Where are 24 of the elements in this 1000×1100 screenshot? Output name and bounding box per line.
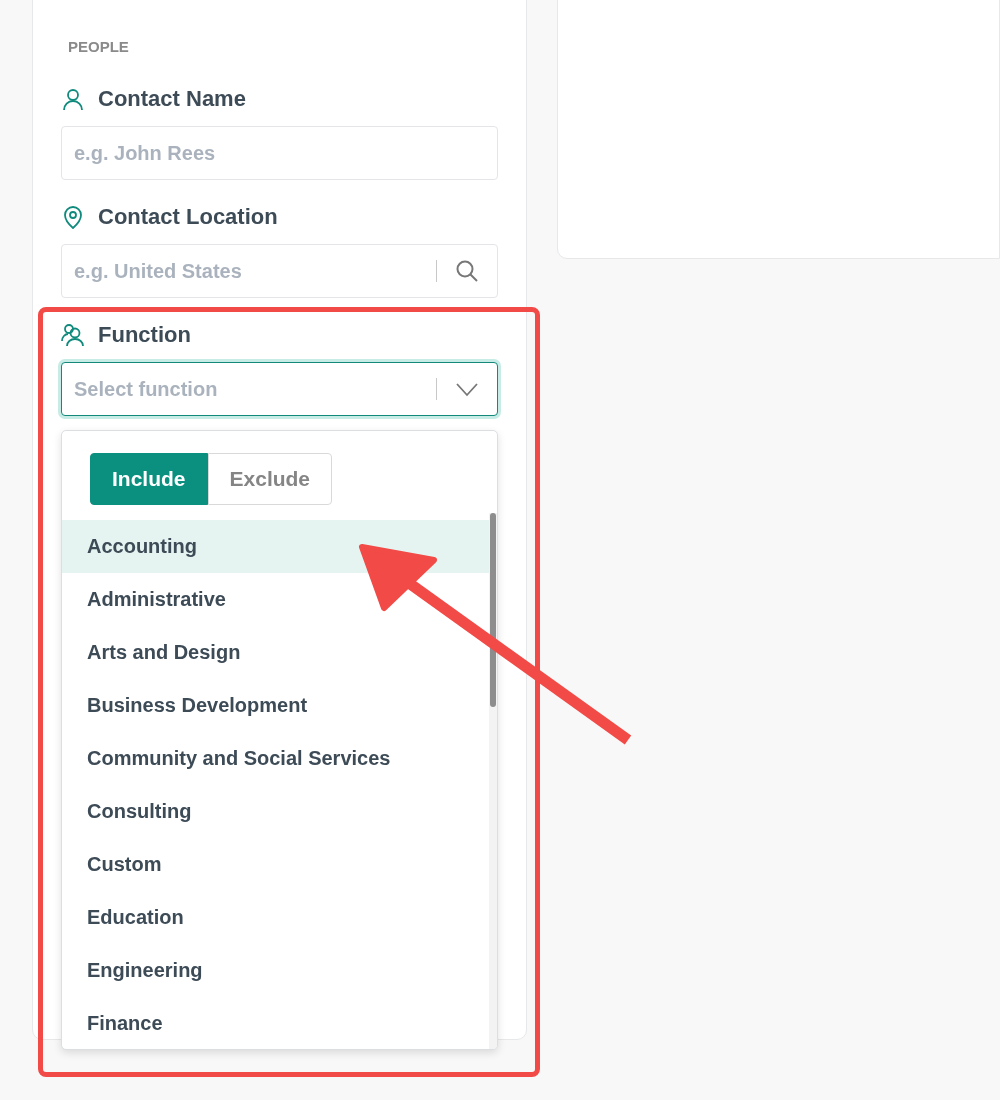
toggle-button[interactable]: Include	[90, 453, 208, 505]
people-icon	[61, 323, 85, 347]
person-icon	[61, 87, 85, 111]
dropdown-option[interactable]: Community and Social Services	[62, 732, 491, 785]
dropdown-option[interactable]: Business Development	[62, 679, 491, 732]
dropdown-option[interactable]: Administrative	[62, 573, 491, 626]
search-icon[interactable]	[455, 259, 479, 283]
location-pin-icon	[61, 205, 85, 229]
scrollbar-thumb[interactable]	[490, 513, 496, 707]
input-field[interactable]: e.g. John Rees	[61, 126, 498, 180]
search-field[interactable]: e.g. United States	[61, 244, 498, 298]
dropdown-option[interactable]: Custom	[62, 838, 491, 891]
field-label: Contact Location	[98, 204, 278, 230]
toggle-button[interactable]: Exclude	[207, 453, 333, 505]
dropdown-option[interactable]: Finance	[62, 997, 491, 1049]
dropdown-option[interactable]: Education	[62, 891, 491, 944]
field-label: Function	[98, 322, 191, 348]
dropdown-option[interactable]: Engineering	[62, 944, 491, 997]
dropdown-option[interactable]: Arts and Design	[62, 626, 491, 679]
dropdown-option[interactable]: Consulting	[62, 785, 491, 838]
select-field[interactable]: Select function	[61, 362, 498, 416]
section-heading: PEOPLE	[67, 38, 130, 55]
dropdown-option[interactable]: Accounting	[62, 520, 491, 573]
field-label: Contact Name	[98, 86, 246, 112]
